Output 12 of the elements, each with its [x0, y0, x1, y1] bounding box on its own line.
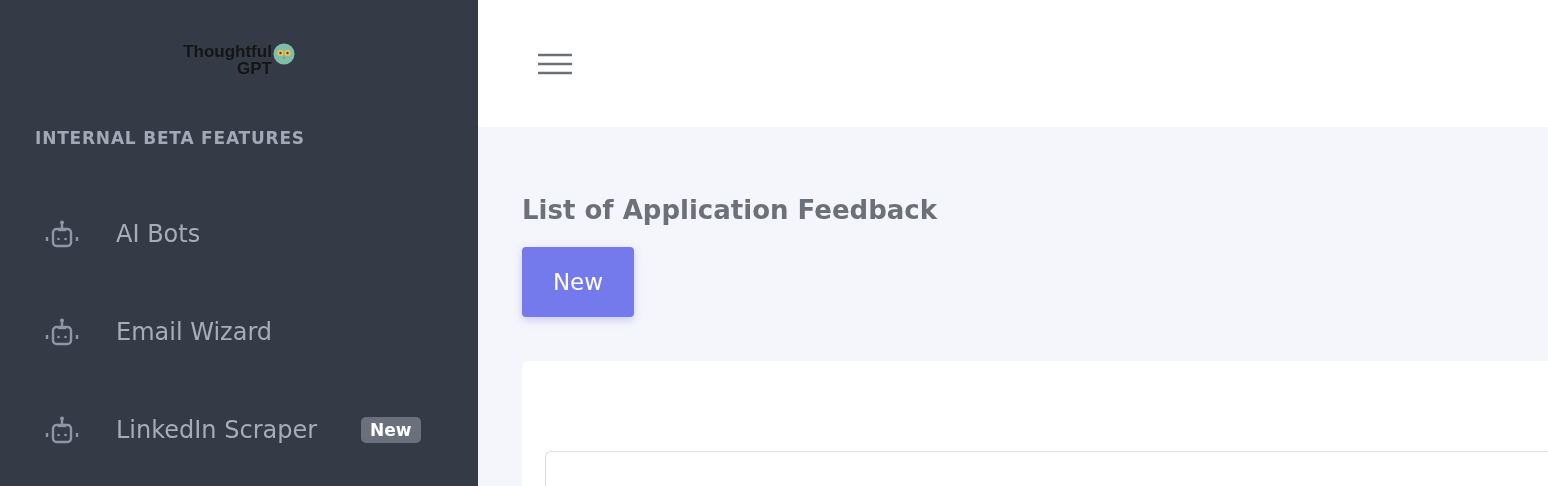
sidebar-item[interactable]: Email Wizard	[0, 283, 478, 381]
page-title: List of Application Feedback	[522, 194, 937, 227]
robot-icon	[45, 219, 79, 249]
new-badge: New	[361, 417, 421, 443]
menu-icon[interactable]	[538, 52, 572, 75]
sidebar-item[interactable]: LinkedIn Scraper New	[0, 381, 478, 479]
sidebar-item[interactable]: AI Bots	[0, 185, 478, 283]
robot-icon	[45, 317, 79, 347]
section-heading: INTERNAL BETA FEATURES	[34, 127, 306, 150]
new-button[interactable]: New	[522, 247, 634, 317]
owl-logo-icon	[272, 43, 295, 65]
robot-icon	[45, 415, 79, 445]
